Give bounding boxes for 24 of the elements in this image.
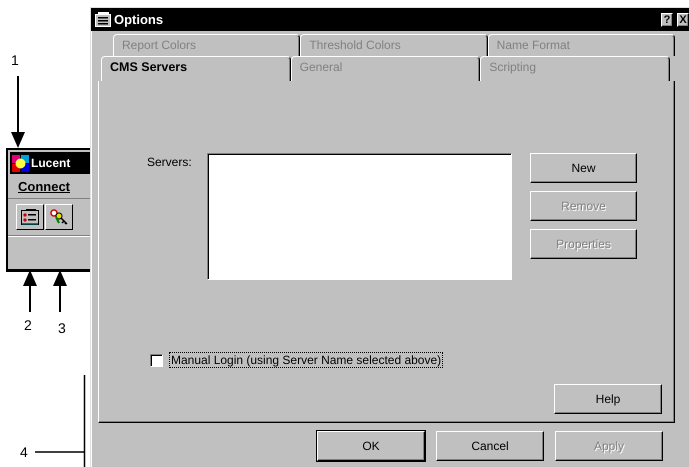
menu-item[interactable]: Connect (18, 179, 70, 194)
toolbar-button[interactable] (16, 204, 44, 230)
tab[interactable]: CMS Servers (101, 56, 291, 81)
dialog-button[interactable]: Cancel (436, 431, 544, 461)
servers-list[interactable] (207, 153, 512, 280)
keys-icon (50, 209, 68, 225)
help-title-button[interactable]: ? (661, 12, 673, 26)
callout-number: 4 (20, 444, 28, 460)
servers-label: Servers: (147, 154, 193, 169)
checkbox-label[interactable]: Manual Login (using Server Name selected above) (169, 352, 444, 368)
dialog-button[interactable]: OK (317, 431, 425, 461)
list-window-icon (95, 12, 111, 27)
close-button[interactable]: X (677, 12, 689, 26)
app-logo-icon (12, 154, 29, 172)
side-button[interactable]: New (530, 153, 637, 183)
callout-number: 3 (58, 320, 66, 336)
window-title: Options (114, 12, 164, 27)
toolbar-button[interactable] (45, 204, 73, 230)
callout-number: 1 (11, 52, 19, 68)
callout-number: 2 (24, 317, 32, 333)
help-button[interactable]: Help (554, 384, 662, 414)
card-list-icon (21, 209, 39, 225)
manual-login-checkbox[interactable] (150, 354, 163, 366)
app-title: Lucent (31, 156, 70, 170)
